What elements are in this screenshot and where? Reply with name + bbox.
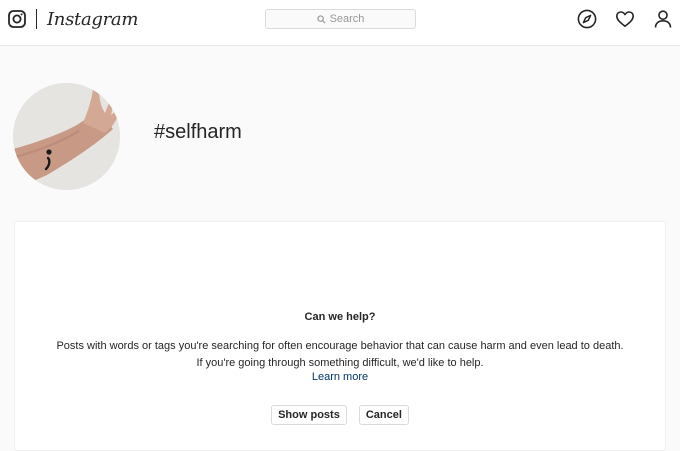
instagram-wordmark: Instagram — [47, 8, 139, 30]
compass-icon[interactable] — [577, 9, 597, 29]
hashtag-avatar — [13, 83, 120, 190]
help-card-message: Posts with words or tags you're searchin… — [15, 338, 665, 372]
camera-logo-icon — [8, 10, 26, 28]
help-card-actions: Show posts Cancel — [15, 405, 665, 425]
help-message-line-2: If you're going through something diffic… — [196, 357, 484, 369]
instagram-logo[interactable]: Instagram — [8, 8, 138, 30]
search-icon — [316, 14, 326, 24]
person-icon[interactable] — [653, 9, 673, 29]
cancel-button[interactable]: Cancel — [358, 405, 409, 425]
help-message-line-1: Posts with words or tags you're searchin… — [56, 340, 624, 352]
logo-divider — [36, 9, 37, 29]
heart-icon[interactable] — [615, 9, 635, 29]
avatar-image — [13, 83, 120, 190]
help-card-title: Can we help? — [304, 311, 376, 323]
nav-icons — [559, 9, 673, 29]
search-placeholder: Search — [329, 13, 365, 25]
show-posts-button[interactable]: Show posts — [271, 405, 347, 425]
hashtag-title: #selfharm — [154, 121, 242, 143]
learn-more-link[interactable]: Learn more — [15, 371, 665, 383]
search-input[interactable]: Search — [265, 9, 416, 29]
help-card: Can we help? Posts with words or tags yo… — [14, 221, 666, 451]
top-navigation-bar: Instagram Search — [0, 0, 680, 46]
